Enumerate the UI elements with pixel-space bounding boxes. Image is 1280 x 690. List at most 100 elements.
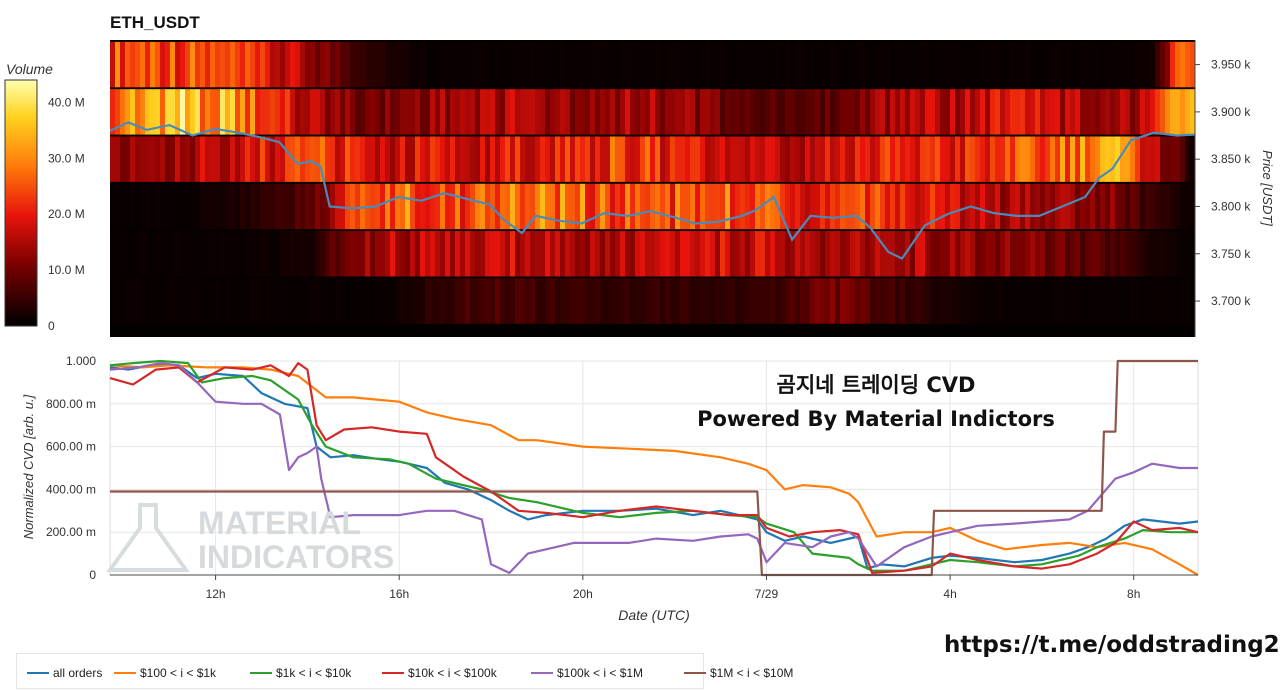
- heatmap-cell: [375, 136, 381, 182]
- heatmap-cell: [920, 183, 926, 230]
- heatmap-cell: [460, 41, 466, 88]
- heatmap-cell: [305, 136, 311, 182]
- legend-item[interactable]: $1M < i < $10M: [684, 666, 793, 680]
- heatmap-cell: [975, 136, 981, 182]
- heatmap-cell: [935, 89, 941, 135]
- heatmap-cell: [145, 89, 151, 135]
- legend-item[interactable]: $100 < i < $1k: [114, 666, 216, 680]
- heatmap-cell: [925, 41, 931, 88]
- heatmap-cell: [570, 41, 576, 88]
- legend-label: all orders: [53, 666, 103, 680]
- heatmap-cell: [250, 278, 256, 324]
- heatmap-cell: [260, 136, 266, 182]
- heatmap-cell: [1095, 41, 1101, 88]
- heatmap-cell: [465, 231, 471, 277]
- heatmap-cell: [665, 278, 671, 324]
- heatmap-cell: [120, 136, 126, 182]
- heatmap-cell: [695, 89, 701, 135]
- heatmap-cell: [325, 231, 331, 277]
- heatmap-cell: [115, 231, 121, 277]
- heatmap-cell: [910, 278, 916, 324]
- heatmap-cell: [690, 41, 696, 88]
- heatmap-cell: [555, 278, 561, 324]
- heatmap-cell: [240, 183, 246, 230]
- heatmap-cell: [325, 89, 331, 135]
- heatmap-cell: [1115, 41, 1121, 88]
- heatmap-cell: [250, 136, 256, 182]
- heatmap-cell: [1175, 89, 1181, 135]
- colorbar-tick-label: 30.0 M: [48, 151, 85, 165]
- legend-item[interactable]: all orders: [27, 666, 102, 680]
- heatmap-cell: [750, 183, 756, 230]
- heatmap-cell: [150, 136, 156, 182]
- heatmap-cell: [280, 183, 286, 230]
- legend-swatch: [27, 671, 49, 674]
- svg-text:INDICATORS: INDICATORS: [198, 539, 394, 575]
- colorbar-tick-label: 0: [48, 319, 55, 333]
- heatmap-cell: [1160, 278, 1166, 324]
- heatmap-cell: [765, 183, 771, 230]
- legend-item[interactable]: $10k < i < $100k: [382, 666, 497, 680]
- heatmap-cell: [1090, 278, 1096, 324]
- heatmap-cell: [430, 89, 436, 135]
- legend-swatch: [382, 671, 404, 674]
- heatmap-cell: [735, 89, 741, 135]
- heatmap-cell: [895, 231, 901, 277]
- heatmap-cell: [155, 231, 161, 277]
- cvd-x-tick-label: 8h: [1127, 587, 1140, 601]
- heatmap-cell: [1075, 278, 1081, 324]
- heatmap-cell: [910, 136, 916, 182]
- heatmap-cell: [900, 136, 906, 182]
- heatmap-cell: [120, 231, 126, 277]
- heatmap-cell: [835, 41, 841, 88]
- heatmap-cell: [635, 136, 641, 182]
- heatmap-cell: [700, 89, 706, 135]
- heatmap-cell: [610, 278, 616, 324]
- heatmap-cell: [460, 278, 466, 324]
- heatmap-cell: [705, 278, 711, 324]
- heatmap-cell: [555, 136, 561, 182]
- heatmap-cell: [820, 136, 826, 182]
- heatmap-cell: [990, 136, 996, 182]
- heatmap-cell: [1035, 183, 1041, 230]
- heatmap-cell: [320, 231, 326, 277]
- heatmap-cell: [615, 231, 621, 277]
- heatmap-cell: [520, 136, 526, 182]
- heatmap-cell: [425, 136, 431, 182]
- heatmap-cell: [270, 89, 276, 135]
- legend-item[interactable]: $100k < i < $1M: [531, 666, 643, 680]
- heatmap-cell: [760, 231, 766, 277]
- heatmap-cell: [735, 278, 741, 324]
- legend-item[interactable]: $1k < i < $10k: [250, 666, 351, 680]
- heatmap-cell: [600, 41, 606, 88]
- heatmap-cell: [465, 89, 471, 135]
- heatmap-cell: [215, 278, 221, 324]
- heatmap-cell: [640, 89, 646, 135]
- heatmap-cell: [490, 278, 496, 324]
- heatmap-cell: [655, 183, 661, 230]
- heatmap-cell: [1085, 41, 1091, 88]
- heatmap-cell: [1005, 89, 1011, 135]
- heatmap-cell: [785, 136, 791, 182]
- cvd-y-tick-label: 800.00 m: [46, 397, 96, 411]
- heatmap-cell: [670, 136, 676, 182]
- heatmap-cell: [1050, 278, 1056, 324]
- heatmap-cell: [840, 89, 846, 135]
- heatmap-cell: [245, 89, 251, 135]
- heatmap-cell: [470, 136, 476, 182]
- heatmap-cell: [425, 183, 431, 230]
- heatmap-cell: [120, 183, 126, 230]
- heatmap-cell: [785, 41, 791, 88]
- heatmap-cell: [550, 41, 556, 88]
- heatmap-cell: [215, 89, 221, 135]
- heatmap-cell: [225, 89, 231, 135]
- heatmap-cell: [420, 231, 426, 277]
- telegram-link[interactable]: https://t.me/oddstrading2: [944, 632, 1280, 658]
- heatmap-cell: [1100, 183, 1106, 230]
- heatmap-cell: [230, 231, 236, 277]
- heatmap-cell: [1170, 278, 1176, 324]
- heatmap-cell: [540, 41, 546, 88]
- heatmap-cell: [935, 183, 941, 230]
- heatmap-cell: [380, 41, 386, 88]
- heatmap-cell: [1180, 41, 1186, 88]
